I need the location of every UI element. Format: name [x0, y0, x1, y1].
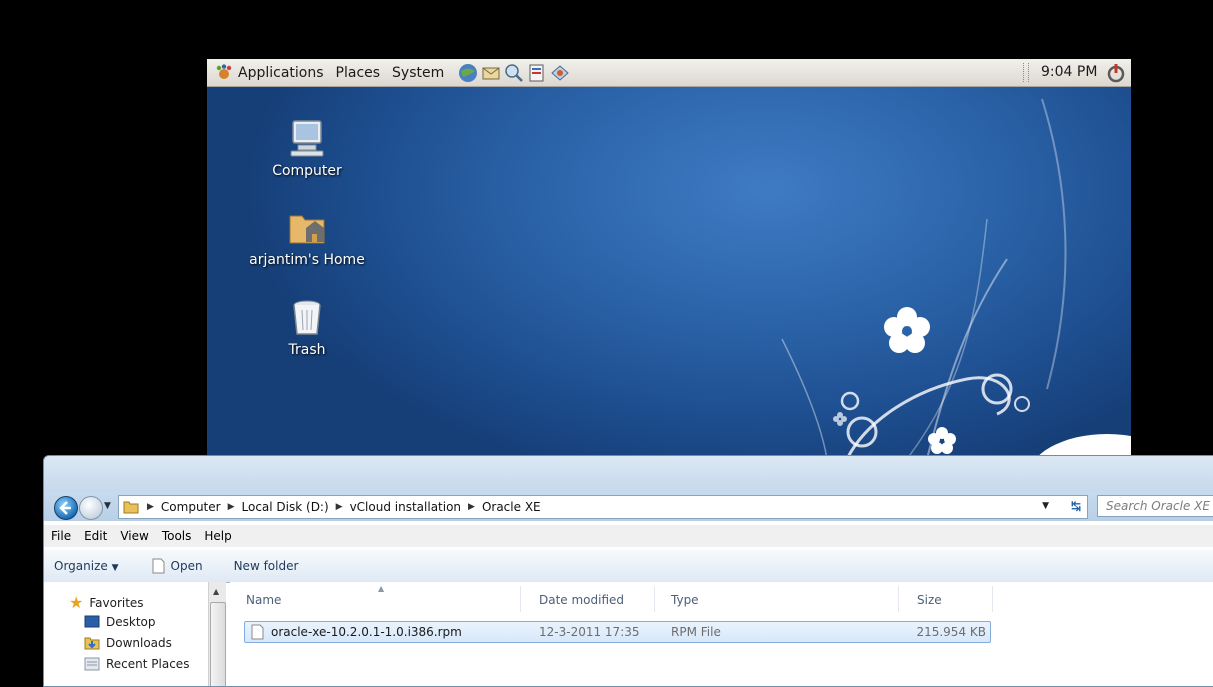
- address-row: ▼ ▶ Computer ▶ Local Disk (D:) ▶ vCloud …: [44, 491, 1213, 521]
- table-row[interactable]: oracle-xe-10.2.0.1-1.0.i386.rpm 12-3-201…: [244, 621, 991, 643]
- chevron-right-icon[interactable]: ▶: [228, 502, 235, 512]
- help-icon[interactable]: [550, 63, 570, 83]
- column-header-name[interactable]: Name: [246, 593, 281, 607]
- organize-button[interactable]: Organize ▼: [54, 559, 119, 573]
- nav-favorites[interactable]: ★ Favorites: [69, 593, 144, 612]
- downloads-folder-icon: [84, 637, 100, 650]
- gnome-top-panel: Applications Places System 9:04 PM: [207, 59, 1131, 87]
- desktop-icon-computer[interactable]: Computer: [237, 117, 377, 179]
- file-icon: [251, 624, 264, 640]
- recent-pages-dropdown[interactable]: ▼: [104, 501, 111, 511]
- file-size: 215.954 KB: [916, 625, 986, 639]
- nav-item-label: Downloads: [106, 636, 172, 650]
- new-folder-button[interactable]: New folder: [234, 559, 299, 573]
- panel-clock[interactable]: 9:04 PM: [1041, 64, 1097, 80]
- menu-edit[interactable]: Edit: [84, 529, 107, 543]
- desktop-icon-label: Trash: [288, 342, 326, 358]
- desktop-icon-home[interactable]: arjantim's Home: [237, 206, 377, 268]
- places-menu[interactable]: Places: [336, 65, 381, 81]
- linux-desktop: Applications Places System 9:04 PM Compu…: [207, 59, 1131, 459]
- nav-item-label: Recent Places: [106, 657, 190, 671]
- email-icon[interactable]: [481, 63, 501, 83]
- panel-launchers: [458, 63, 570, 83]
- network-icon[interactable]: [504, 63, 524, 83]
- computer-icon: [290, 120, 324, 157]
- back-arrow-icon: [59, 501, 71, 515]
- search-input[interactable]: Search Oracle XE: [1097, 495, 1213, 517]
- file-type: RPM File: [671, 625, 721, 639]
- address-bar[interactable]: ▶ Computer ▶ Local Disk (D:) ▶ vCloud in…: [118, 495, 1088, 519]
- trash-icon: [293, 300, 321, 335]
- home-folder-icon: [289, 215, 325, 244]
- places-menu-label: Places: [335, 64, 381, 81]
- menu-help[interactable]: Help: [204, 529, 231, 543]
- breadcrumb-computer[interactable]: Computer: [161, 500, 221, 514]
- open-label: Open: [170, 559, 203, 573]
- breadcrumb-local-disk[interactable]: Local Disk (D:): [242, 500, 329, 514]
- file-list-pane: ▲ Name Date modified Type Size oracle-xe…: [230, 582, 1213, 686]
- folder-icon: [123, 501, 139, 514]
- breadcrumb-vcloud-installation[interactable]: vCloud installation: [350, 500, 461, 514]
- command-bar: Organize ▼ Open New folder: [44, 549, 1213, 583]
- file-date-modified: 12-3-2011 17:35: [539, 625, 640, 639]
- window-title-bar[interactable]: [44, 456, 1213, 491]
- column-divider[interactable]: [654, 586, 655, 612]
- scrollbar-thumb[interactable]: [210, 602, 226, 686]
- shutdown-icon[interactable]: [1106, 63, 1126, 83]
- open-button[interactable]: Open: [152, 558, 203, 574]
- file-icon: [152, 558, 165, 574]
- breadcrumb: ▶ Computer ▶ Local Disk (D:) ▶ vCloud in…: [147, 500, 548, 514]
- system-menu[interactable]: System: [392, 65, 444, 81]
- column-header-size[interactable]: Size: [917, 593, 942, 607]
- chevron-right-icon[interactable]: ▶: [336, 502, 343, 512]
- recent-places-icon: [84, 657, 100, 671]
- back-button[interactable]: [54, 496, 78, 520]
- desktop-icon-label: Computer: [272, 163, 342, 179]
- chevron-down-icon: ▼: [111, 563, 119, 573]
- refresh-icon[interactable]: ↹: [1071, 499, 1081, 513]
- chevron-right-icon[interactable]: ▶: [147, 502, 154, 512]
- column-header-type[interactable]: Type: [671, 593, 699, 607]
- desktop-icon: [84, 615, 100, 628]
- navigation-pane: ★ Favorites Desktop Downloads Recent Pla…: [44, 582, 225, 686]
- column-header-date-modified[interactable]: Date modified: [539, 593, 624, 607]
- explorer-window: ▼ ▶ Computer ▶ Local Disk (D:) ▶ vCloud …: [43, 455, 1213, 687]
- menu-tools[interactable]: Tools: [162, 529, 192, 543]
- breadcrumb-oracle-xe[interactable]: Oracle XE: [482, 500, 541, 514]
- organize-label: Organize: [54, 559, 108, 573]
- applications-menu[interactable]: Applications: [215, 63, 324, 82]
- desktop-icon-trash[interactable]: Trash: [237, 296, 377, 358]
- web-browser-icon[interactable]: [458, 63, 478, 83]
- panel-separator: [1023, 63, 1029, 82]
- column-divider[interactable]: [898, 586, 899, 612]
- gnome-foot-icon: [216, 63, 232, 79]
- file-name: oracle-xe-10.2.0.1-1.0.i386.rpm: [271, 625, 462, 639]
- system-menu-label: System: [392, 64, 445, 81]
- menu-file[interactable]: File: [51, 529, 71, 543]
- applications-menu-label: Applications: [238, 64, 324, 81]
- scroll-up-icon[interactable]: ▲: [213, 587, 219, 596]
- nav-favorites-label: Favorites: [89, 595, 144, 610]
- nav-item-label: Desktop: [106, 615, 156, 629]
- navigation-scrollbar[interactable]: ▲: [208, 582, 226, 686]
- menu-view[interactable]: View: [120, 529, 148, 543]
- column-divider[interactable]: [520, 586, 521, 612]
- nav-item-desktop[interactable]: Desktop: [84, 615, 156, 629]
- sort-ascending-icon: ▲: [378, 584, 385, 593]
- desktop-icon-label: arjantim's Home: [249, 252, 365, 268]
- notes-icon[interactable]: [527, 63, 547, 83]
- nav-item-recent-places[interactable]: Recent Places: [84, 657, 189, 671]
- menu-bar: File Edit View Tools Help: [44, 525, 1213, 547]
- column-divider[interactable]: [992, 586, 993, 612]
- chevron-right-icon[interactable]: ▶: [468, 502, 475, 512]
- nav-item-downloads[interactable]: Downloads: [84, 636, 172, 650]
- forward-button[interactable]: [79, 496, 103, 520]
- star-icon: ★: [69, 593, 84, 612]
- address-dropdown-icon[interactable]: ▼: [1042, 501, 1049, 511]
